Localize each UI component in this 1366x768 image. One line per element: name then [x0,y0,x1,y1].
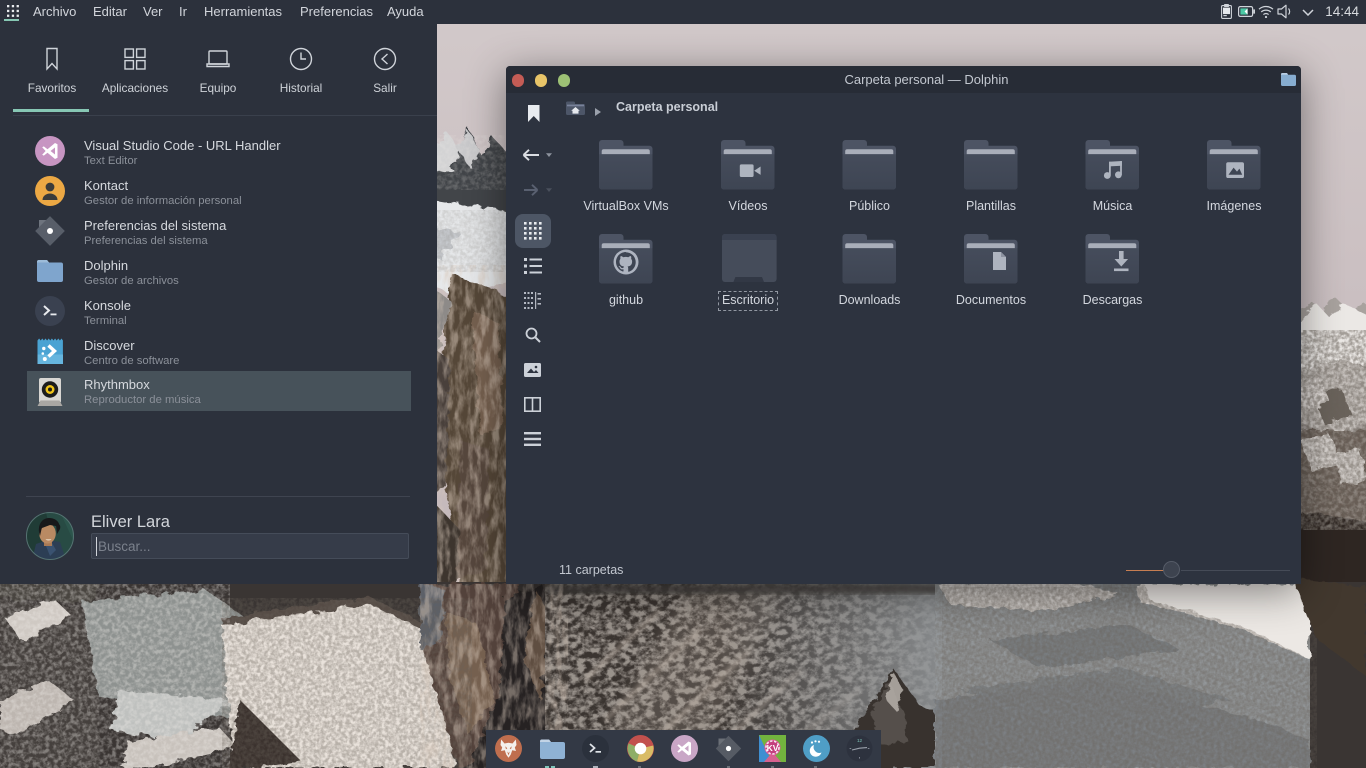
svg-text:KV: KV [767,743,779,753]
svg-text:12: 12 [857,738,863,743]
